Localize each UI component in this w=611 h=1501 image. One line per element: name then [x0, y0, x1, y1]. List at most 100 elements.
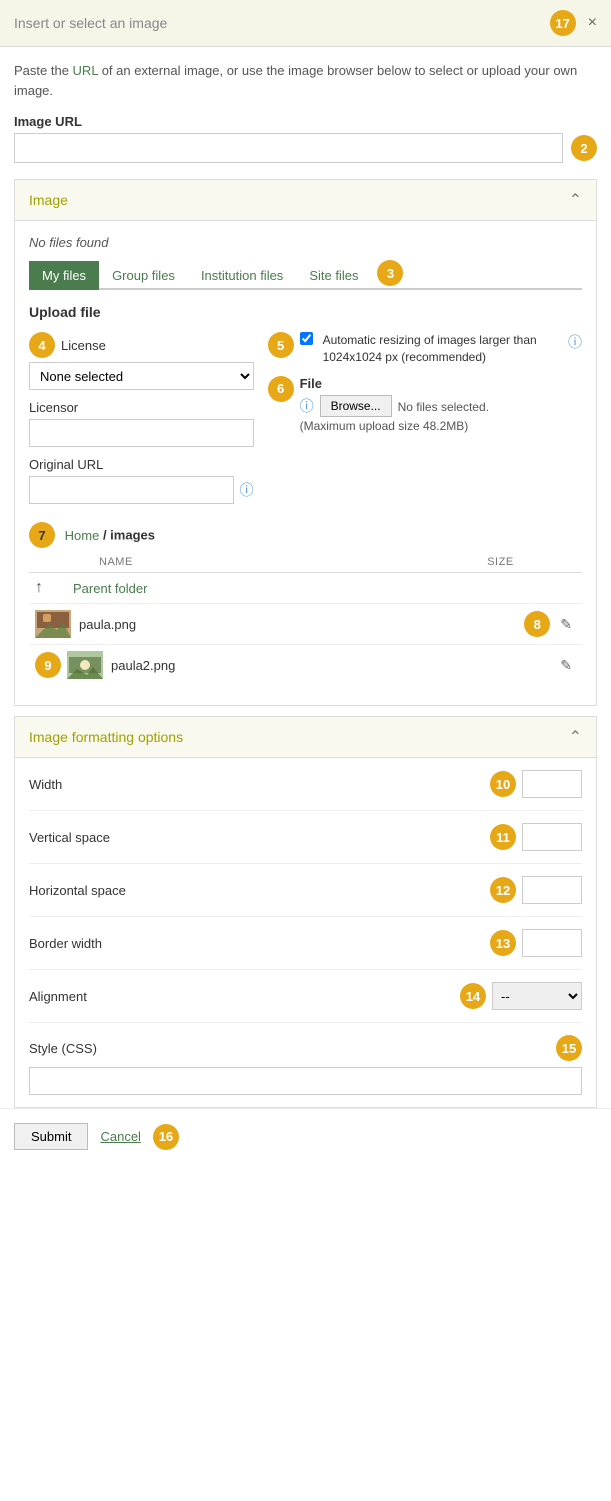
vspace-input-wrap: 11 [490, 823, 582, 851]
border-input[interactable] [522, 929, 582, 957]
file1-cell: paula.png [29, 604, 419, 645]
tab-group-files[interactable]: Group files [99, 261, 188, 290]
description-text: Paste the URL of an external image, or u… [14, 61, 597, 100]
file-tabs: My files Group files Institution files S… [29, 260, 582, 290]
tabs-badge: 3 [377, 260, 403, 286]
table-row: ↑ Parent folder [29, 573, 582, 604]
file-section: File ⓘ Browse... No files selected. (Max… [300, 376, 489, 433]
file2-edit-button[interactable]: ✎ [556, 655, 576, 676]
style-input[interactable] [29, 1067, 582, 1095]
file1-badge: 8 [524, 611, 550, 637]
upload-title: Upload file [29, 304, 582, 320]
parent-folder-size [419, 573, 582, 604]
image-section-body: No files found My files Group files Inst… [15, 221, 596, 705]
width-input-wrap: 10 [490, 770, 582, 798]
license-label: License [61, 338, 106, 353]
close-button[interactable]: × [588, 14, 597, 32]
hspace-row: Horizontal space 12 [29, 864, 582, 917]
hspace-input[interactable] [522, 876, 582, 904]
image-url-row: 2 [14, 133, 597, 163]
dialog-title: Insert or select an image [14, 15, 167, 31]
vspace-badge: 11 [490, 824, 516, 850]
hspace-input-wrap: 12 [490, 876, 582, 904]
licensor-input[interactable] [29, 419, 254, 447]
file-info-icon[interactable]: ⓘ [300, 396, 314, 416]
upload-grid: 4 License None selected Licensor Origina… [29, 332, 582, 504]
file2-badge: 9 [35, 652, 61, 678]
cancel-button[interactable]: Cancel [100, 1129, 140, 1144]
image-url-section: Image URL 2 [14, 114, 597, 163]
auto-resize-checkbox[interactable] [300, 332, 313, 345]
file2-name: paula2.png [111, 658, 175, 673]
file1-thumb [35, 610, 71, 638]
hspace-label: Horizontal space [29, 883, 490, 898]
submit-button[interactable]: Submit [14, 1123, 88, 1150]
browse-button[interactable]: Browse... [320, 395, 392, 417]
footer: Submit Cancel 16 [0, 1108, 611, 1164]
max-upload-text: (Maximum upload size 48.2MB) [300, 419, 489, 433]
border-row: Border width 13 [29, 917, 582, 970]
image-panel: Image ⌃ No files found My files Group fi… [14, 179, 597, 706]
file1-size-cell: 8 ✎ [419, 604, 582, 645]
original-url-info-icon[interactable]: ⓘ [240, 480, 254, 500]
hspace-badge: 12 [490, 877, 516, 903]
breadcrumb-current: images [110, 528, 155, 543]
col-size: SIZE [419, 552, 582, 573]
format-panel: Image formatting options ⌃ Width 10 Vert… [14, 716, 597, 1108]
breadcrumb: 7 Home / images [29, 522, 582, 548]
image-url-label: Image URL [14, 114, 597, 129]
dialog-header: Insert or select an image 17 × [0, 0, 611, 47]
border-label: Border width [29, 936, 490, 951]
url-link[interactable]: URL [73, 63, 99, 78]
auto-resize-text: Automatic resizing of images larger than… [323, 332, 558, 366]
image-section-title: Image [29, 192, 68, 208]
parent-folder-link[interactable]: Parent folder [73, 581, 147, 596]
format-section-body: Width 10 Vertical space 11 Horizontal sp… [15, 758, 596, 1107]
footer-badge: 16 [153, 1124, 179, 1150]
tab-site-files[interactable]: Site files [296, 261, 371, 290]
file2-size-cell: ✎ [419, 645, 582, 686]
tab-my-files[interactable]: My files [29, 261, 99, 290]
width-label: Width [29, 777, 490, 792]
width-badge: 10 [490, 771, 516, 797]
format-section-header[interactable]: Image formatting options ⌃ [15, 717, 596, 758]
file-label: File [300, 376, 489, 391]
auto-resize-row: 5 Automatic resizing of images larger th… [268, 332, 582, 366]
parent-folder-cell: ↑ Parent folder [29, 573, 419, 604]
image-url-input[interactable] [14, 133, 563, 163]
original-url-label: Original URL [29, 457, 254, 472]
upload-left: 4 License None selected Licensor Origina… [29, 332, 254, 504]
file1-edit-button[interactable]: ✎ [556, 614, 576, 635]
alignment-input-wrap: 14 -- Left Center Right [460, 982, 582, 1010]
alignment-select[interactable]: -- Left Center Right [492, 982, 582, 1010]
vspace-row: Vertical space 11 [29, 811, 582, 864]
auto-resize-badge: 5 [268, 332, 294, 358]
license-row: None selected [29, 362, 254, 390]
style-row: Style (CSS) 15 [29, 1023, 582, 1107]
alignment-row: Alignment 14 -- Left Center Right [29, 970, 582, 1023]
border-input-wrap: 13 [490, 929, 582, 957]
no-files-text: No files found [29, 235, 582, 250]
breadcrumb-home-link[interactable]: Home [65, 528, 100, 543]
image-chevron-icon: ⌃ [569, 190, 582, 210]
format-section-title: Image formatting options [29, 729, 183, 745]
tab-institution-files[interactable]: Institution files [188, 261, 296, 290]
vspace-input[interactable] [522, 823, 582, 851]
file2-cell: 9 paula2.png [29, 645, 419, 686]
width-input[interactable] [522, 770, 582, 798]
table-row: paula.png 8 ✎ [29, 604, 582, 645]
original-url-input[interactable] [29, 476, 234, 504]
style-label: Style (CSS) [29, 1041, 550, 1056]
license-select[interactable]: None selected [29, 362, 254, 390]
width-row: Width 10 [29, 758, 582, 811]
file2-thumb-svg [67, 651, 103, 679]
image-url-badge: 2 [571, 135, 597, 161]
up-arrow-icon: ↑ [35, 579, 43, 597]
vspace-label: Vertical space [29, 830, 490, 845]
auto-resize-info-icon[interactable]: ⓘ [568, 332, 582, 352]
file2-name-cell: 9 paula2.png [35, 651, 413, 679]
no-file-selected-text: No files selected. [398, 400, 489, 414]
header-badge-row: 17 × [550, 10, 597, 36]
image-section-header[interactable]: Image ⌃ [15, 180, 596, 221]
file1-thumb-svg [35, 610, 71, 638]
